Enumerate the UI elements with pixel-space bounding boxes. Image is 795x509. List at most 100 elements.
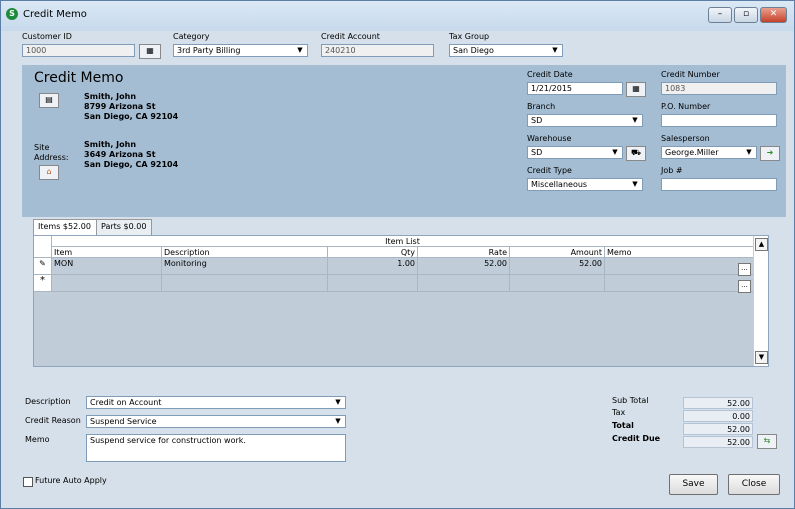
- cell-item[interactable]: MON: [52, 258, 162, 275]
- salesperson-select[interactable]: George.Miller ▼: [661, 146, 757, 159]
- scroll-down-icon[interactable]: ▼: [755, 351, 768, 364]
- chevron-down-icon: ▼: [335, 417, 341, 425]
- new-cell-rate[interactable]: [418, 275, 510, 292]
- warehouse-select[interactable]: SD ▼: [527, 146, 623, 159]
- item-grid-body: Item List Item Description Qty Rate Amou…: [34, 236, 754, 366]
- maximize-button[interactable]: ▫: [734, 7, 758, 23]
- title-bar: S Credit Memo – ▫ ✕: [1, 1, 794, 31]
- warehouse-label: Warehouse: [527, 134, 572, 143]
- cell-memo[interactable]: [605, 258, 754, 275]
- memo-textarea[interactable]: Suspend service for construction work.: [86, 434, 346, 462]
- future-auto-apply-label: Future Auto Apply: [35, 476, 107, 485]
- credit-due-label: Credit Due: [612, 434, 661, 443]
- col-header-item[interactable]: Item: [52, 247, 162, 258]
- tab-items[interactable]: Items $52.00: [33, 219, 97, 236]
- bill-street: 8799 Arizona St: [84, 102, 156, 111]
- memo-label: Memo: [25, 435, 50, 444]
- warehouse-value: SD: [531, 148, 543, 157]
- tab-parts[interactable]: Parts $0.00: [96, 219, 152, 235]
- category-value: 3rd Party Billing: [177, 46, 241, 55]
- cell-amount[interactable]: 52.00: [510, 258, 605, 275]
- col-header-amount[interactable]: Amount: [510, 247, 605, 258]
- category-select[interactable]: 3rd Party Billing ▼: [173, 44, 308, 57]
- credit-memo-panel: Credit Memo ▤ Smith, John 8799 Arizona S…: [22, 65, 786, 217]
- customer-id-field[interactable]: 1000: [22, 44, 135, 57]
- col-header-description[interactable]: Description: [162, 247, 328, 258]
- close-window-button[interactable]: ✕: [760, 7, 787, 23]
- new-memo-ellipsis-button[interactable]: ...: [738, 280, 751, 293]
- add-salesperson-icon[interactable]: ➜: [760, 146, 780, 161]
- tax-label: Tax: [612, 408, 626, 417]
- cell-description[interactable]: Monitoring: [162, 258, 328, 275]
- cell-rate[interactable]: 52.00: [418, 258, 510, 275]
- new-cell-amount[interactable]: [510, 275, 605, 292]
- chevron-down-icon: ▼: [746, 148, 752, 156]
- salesperson-label: Salesperson: [661, 134, 710, 143]
- col-header-rate[interactable]: Rate: [418, 247, 510, 258]
- branch-select[interactable]: SD ▼: [527, 114, 643, 127]
- job-number-label: Job #: [661, 166, 683, 175]
- credit-account-label: Credit Account: [321, 32, 380, 41]
- credit-date-field[interactable]: 1/21/2015: [527, 82, 623, 95]
- item-grid: Item List Item Description Qty Rate Amou…: [33, 235, 769, 367]
- minimize-button[interactable]: –: [708, 7, 732, 23]
- apply-credit-icon[interactable]: ⇆: [757, 434, 777, 449]
- chevron-down-icon: ▼: [632, 116, 638, 124]
- new-cell-qty[interactable]: [328, 275, 418, 292]
- tax-group-value: San Diego: [453, 46, 494, 55]
- chevron-down-icon: ▼: [335, 398, 341, 406]
- scroll-up-icon[interactable]: ▲: [755, 238, 768, 251]
- credit-date-label: Credit Date: [527, 70, 573, 79]
- credit-reason-value: Suspend Service: [90, 417, 157, 426]
- home-icon[interactable]: ⌂: [39, 165, 59, 180]
- new-row-marker[interactable]: *: [34, 275, 52, 292]
- customer-id-label: Customer ID: [22, 32, 72, 41]
- chevron-down-icon: ▼: [612, 148, 618, 156]
- customer-lookup-icon[interactable]: ▦: [139, 44, 161, 59]
- new-cell-memo[interactable]: [605, 275, 754, 292]
- credit-account-field[interactable]: 240210: [321, 44, 434, 57]
- description-value: Credit on Account: [90, 398, 162, 407]
- panel-heading: Credit Memo: [34, 70, 124, 86]
- credit-type-select[interactable]: Miscellaneous ▼: [527, 178, 643, 191]
- po-number-field[interactable]: [661, 114, 777, 127]
- job-number-field[interactable]: [661, 178, 777, 191]
- col-header-memo[interactable]: Memo: [605, 247, 754, 258]
- site-name: Smith, John: [84, 140, 137, 149]
- calendar-icon[interactable]: ▦: [626, 82, 646, 97]
- credit-reason-select[interactable]: Suspend Service ▼: [86, 415, 346, 428]
- cell-qty[interactable]: 1.00: [328, 258, 418, 275]
- chevron-down-icon: ▼: [552, 46, 558, 54]
- site-label: Site: [34, 143, 50, 152]
- chevron-down-icon: ▼: [297, 46, 303, 54]
- tax-value: 0.00: [683, 410, 753, 422]
- credit-due-value: 52.00: [683, 436, 753, 448]
- col-header-qty[interactable]: Qty: [328, 247, 418, 258]
- future-auto-apply-checkbox[interactable]: [23, 477, 33, 487]
- row-edit-marker[interactable]: ✎: [34, 258, 52, 275]
- po-number-label: P.O. Number: [661, 102, 711, 111]
- new-cell-description[interactable]: [162, 275, 328, 292]
- subtotal-label: Sub Total: [612, 396, 649, 405]
- credit-number-field[interactable]: 1083: [661, 82, 777, 95]
- save-button[interactable]: Save: [669, 474, 718, 495]
- contact-card-icon[interactable]: ▤: [39, 93, 59, 108]
- subtotal-value: 52.00: [683, 397, 753, 409]
- credit-type-value: Miscellaneous: [531, 180, 588, 189]
- close-button[interactable]: Close: [728, 474, 780, 495]
- total-value: 52.00: [683, 423, 753, 435]
- tax-group-select[interactable]: San Diego ▼: [449, 44, 563, 57]
- credit-reason-label: Credit Reason: [25, 416, 81, 425]
- category-label: Category: [173, 32, 210, 41]
- new-cell-item[interactable]: [52, 275, 162, 292]
- site-address-label: Address:: [34, 153, 69, 162]
- tax-group-label: Tax Group: [449, 32, 490, 41]
- credit-type-label: Credit Type: [527, 166, 572, 175]
- truck-icon[interactable]: ⛟: [626, 146, 646, 161]
- window-title: Credit Memo: [23, 9, 87, 20]
- description-select[interactable]: Credit on Account ▼: [86, 396, 346, 409]
- grid-scrollbar[interactable]: ▲ ▼: [753, 236, 768, 366]
- credit-memo-window: S Credit Memo – ▫ ✕ Customer ID 1000 ▦ C…: [0, 0, 795, 509]
- salesperson-value: George.Miller: [665, 148, 719, 157]
- total-label: Total: [612, 421, 634, 430]
